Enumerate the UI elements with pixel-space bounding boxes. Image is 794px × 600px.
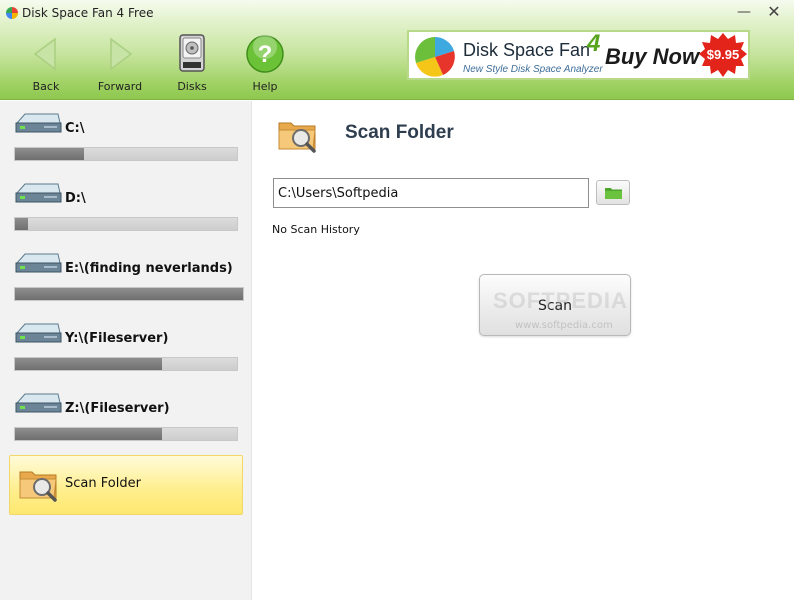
folder-magnifier-icon: [19, 471, 57, 502]
banner-product-name: Disk Space Fan: [463, 40, 591, 60]
disk-usage-bar: [14, 427, 238, 441]
forward-arrow-icon: [110, 37, 133, 71]
disk-label: Z:\(Fileserver): [65, 401, 170, 416]
disk-usage-fill: [15, 148, 84, 160]
banner-version: 4: [587, 30, 601, 57]
disk-usage-bar: [14, 357, 238, 371]
disk-item-e[interactable]: E:\(finding neverlands): [14, 249, 246, 309]
sidebar-item-scan-folder[interactable]: Scan Folder: [9, 455, 243, 515]
help-button[interactable]: ? Help: [233, 33, 297, 95]
help-label: Help: [252, 80, 278, 93]
svg-text:?: ?: [258, 41, 273, 68]
forward-label: Forward: [97, 80, 143, 93]
folder-icon: [605, 188, 622, 199]
back-button[interactable]: Back: [14, 33, 78, 95]
disks-button[interactable]: Disks: [160, 33, 224, 95]
buy-now-banner[interactable]: Disk Space Fan 4 New Style Disk Space An…: [407, 30, 750, 80]
disk-usage-fill: [15, 288, 243, 300]
app-logo-icon: [6, 7, 18, 19]
browse-folder-button[interactable]: [596, 180, 630, 205]
folder-path-input[interactable]: [273, 178, 589, 208]
drive-icon: [15, 183, 62, 203]
drive-icon: [15, 393, 62, 413]
back-label: Back: [32, 80, 60, 93]
watermark-url: www.softpedia.com: [515, 320, 613, 331]
disk-item-z[interactable]: Z:\(Fileserver): [14, 389, 246, 449]
drive-icon: [15, 323, 62, 343]
price-badge: $9.95: [706, 47, 740, 62]
disk-item-c[interactable]: C:\: [14, 109, 246, 169]
disk-usage-bar: [14, 287, 244, 301]
disk-usage-fill: [15, 428, 162, 440]
disk-item-d[interactable]: D:\: [14, 179, 246, 239]
disk-usage-fill: [15, 358, 162, 370]
help-question-icon: ?: [246, 35, 284, 73]
disk-label: C:\: [65, 121, 85, 136]
scan-history-text: No Scan History: [272, 223, 360, 236]
hard-disk-icon: [179, 34, 205, 72]
watermark: SOFTPEDIA: [493, 288, 628, 313]
back-arrow-icon: [33, 37, 56, 71]
disk-usage-bar: [14, 147, 238, 161]
drive-icon: [15, 113, 62, 133]
pie-logo-icon: [415, 37, 455, 77]
disk-label: Y:\(Fileserver): [65, 331, 169, 346]
forward-button[interactable]: Forward: [88, 33, 152, 95]
disk-usage-fill: [15, 218, 29, 230]
banner-tagline: New Style Disk Space Analyzer: [463, 64, 603, 75]
drive-icon: [15, 253, 62, 273]
folder-magnifier-icon: [278, 122, 316, 153]
disk-item-y[interactable]: Y:\(Fileserver): [14, 319, 246, 379]
title-bar: Disk Space Fan 4 Free — ✕: [0, 0, 794, 26]
window-title: Disk Space Fan 4 Free: [22, 6, 154, 20]
main-panel: Scan Folder No Scan History Scan SOFTPED…: [253, 101, 794, 600]
sidebar-item-label: Scan Folder: [65, 476, 141, 491]
close-button[interactable]: ✕: [760, 2, 788, 22]
disk-label: E:\(finding neverlands): [65, 261, 233, 276]
disk-label: D:\: [65, 191, 86, 206]
page-title: Scan Folder: [345, 122, 454, 143]
disk-usage-bar: [14, 217, 238, 231]
disks-label: Disks: [177, 80, 207, 93]
app-header: Disk Space Fan 4 Free — ✕ Back Forward D…: [0, 0, 794, 100]
disk-sidebar: C:\ D:\ E:\(finding neverlands) Y:\(File…: [0, 101, 252, 600]
minimize-button[interactable]: —: [730, 2, 758, 22]
buy-now-text: Buy Now: [605, 44, 700, 69]
